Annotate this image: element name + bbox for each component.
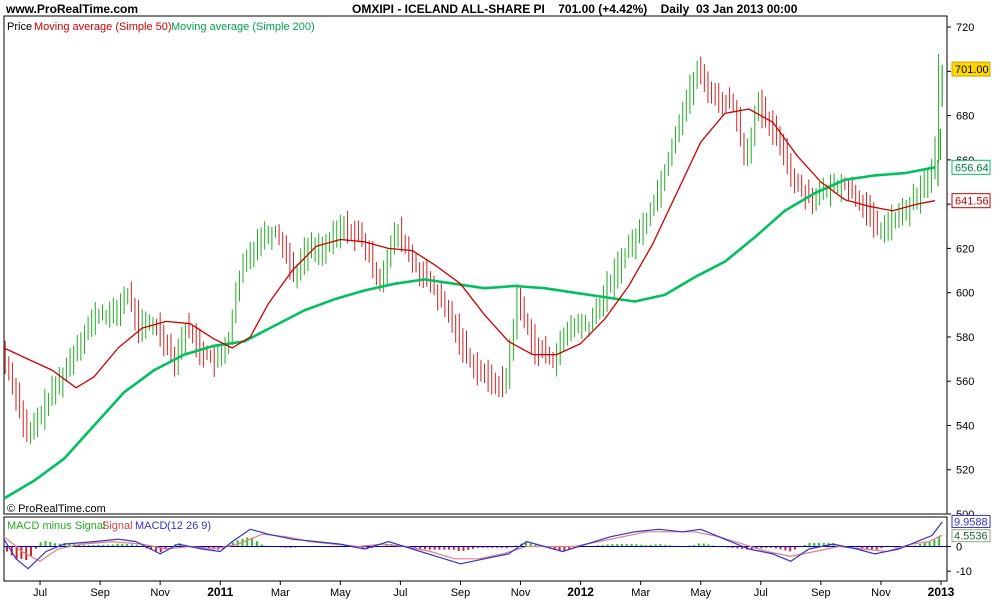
y-tick-label: 720 [956, 22, 974, 34]
last-signal-label: 4.5536 [954, 531, 988, 543]
y-tick-label: 540 [956, 420, 974, 432]
x-tick-label: Sep [811, 587, 831, 599]
x-tick-label: 2013 [928, 585, 955, 599]
last-ma200-label: 656.64 [955, 162, 989, 174]
x-tick-label: Jul [33, 587, 47, 599]
y-tick-label: 620 [956, 243, 974, 255]
legend-macd: MACD [135, 520, 167, 532]
legend-ma200: Moving average (Simple 200) [171, 21, 315, 33]
x-tick-label: 2011 [207, 585, 233, 599]
legend-macd-hist: MACD minus Signal [7, 520, 105, 532]
x-tick-label: May [690, 587, 711, 599]
x-tick-label: Jul [754, 587, 768, 599]
price-chart: Price Moving average (Simple 50) Moving … [3, 15, 991, 599]
x-tick-label: Sep [451, 587, 471, 599]
legend-ma50: Moving average (Simple 50) [34, 21, 172, 33]
y-tick-label: 560 [956, 376, 974, 388]
x-tick-label: Nov [871, 587, 891, 599]
last-ma50-label: 641.56 [955, 196, 989, 208]
macd-y-tick-label: -10 [956, 566, 972, 578]
y-tick-label: 600 [956, 288, 974, 300]
x-tick-label: Nov [511, 587, 531, 599]
x-tick-label: Sep [90, 587, 110, 599]
legend-macd-params: (12 26 9) [167, 520, 211, 532]
x-tick-label: 2012 [567, 585, 594, 599]
y-tick-label: 580 [956, 332, 974, 344]
x-tick-label: Mar [631, 587, 650, 599]
macd-y-tick-label: 0 [956, 542, 962, 554]
legend-signal: Signal [102, 520, 133, 532]
legend-price: Price [7, 21, 32, 33]
x-tick-label: Jul [393, 587, 407, 599]
x-tick-label: Nov [150, 587, 170, 599]
last-price-label: 701.00 [955, 64, 989, 76]
x-tick-label: May [330, 587, 351, 599]
y-tick-label: 520 [956, 465, 974, 477]
x-tick-label: Mar [271, 587, 290, 599]
y-tick-label: 680 [956, 111, 974, 123]
last-macd-label: 9.9588 [954, 516, 988, 528]
watermark: © ProRealTime.com [7, 503, 106, 515]
main-panel-frame [3, 15, 948, 515]
